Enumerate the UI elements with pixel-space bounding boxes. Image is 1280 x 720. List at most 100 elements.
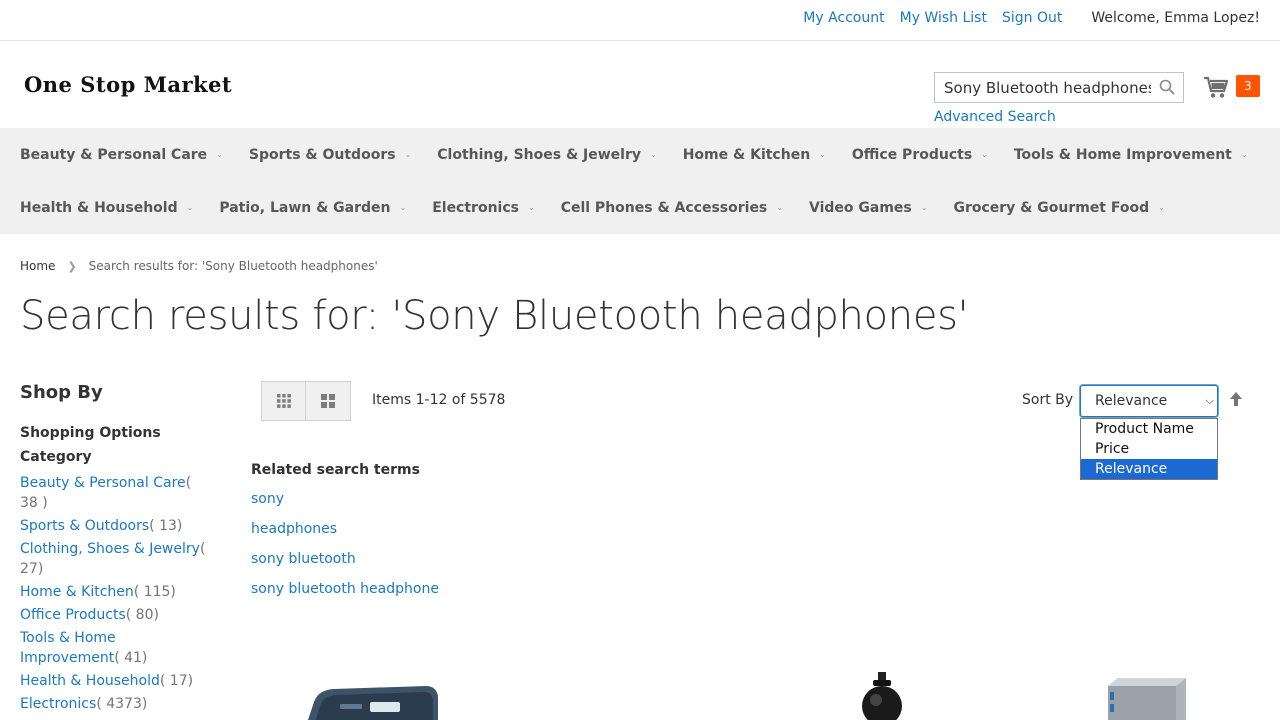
list-item: sony: [251, 489, 439, 509]
breadcrumb-home[interactable]: Home: [20, 259, 55, 273]
nav-item-home-kitchen[interactable]: Home & Kitchen ⌄: [683, 147, 826, 163]
view-mode-switcher: [261, 381, 351, 421]
wish-list-link[interactable]: My Wish List: [900, 10, 987, 26]
chevron-right-icon: ❯: [67, 259, 77, 273]
nav-item-cell-phones[interactable]: Cell Phones & Accessories ⌄: [561, 200, 783, 216]
category-link[interactable]: Beauty & Personal Care: [20, 475, 186, 491]
sort-option-price[interactable]: Price: [1081, 439, 1217, 459]
nav-item-grocery[interactable]: Grocery & Gourmet Food ⌄: [953, 200, 1164, 216]
category-link[interactable]: Clothing, Shoes & Jewelry: [20, 541, 200, 557]
related-term-link[interactable]: sony bluetooth headphone: [251, 581, 439, 597]
breadcrumb-current: Search results for: 'Sony Bluetooth head…: [88, 259, 378, 273]
nav-label: Health & Household: [20, 199, 178, 216]
chevron-down-icon: ⌄: [776, 203, 783, 212]
category-link[interactable]: Electronics: [20, 696, 96, 712]
category-list: Beauty & Personal Care( 38 ) Sports & Ou…: [20, 473, 220, 714]
breadcrumb: Home ❯ Search results for: 'Sony Bluetoo…: [20, 259, 378, 273]
product-image-device[interactable]: [1104, 678, 1188, 720]
nav-label: Grocery & Gourmet Food: [953, 199, 1150, 216]
items-count: Items 1-12 of 5578: [372, 392, 506, 408]
welcome-message: Welcome, Emma Lopez!: [1091, 10, 1260, 26]
related-term-link[interactable]: sony: [251, 491, 284, 507]
category-count: ( 80): [125, 607, 159, 623]
list-item: Office Products( 80): [20, 605, 206, 625]
category-link[interactable]: Health & Household: [20, 673, 160, 689]
category-link[interactable]: Sports & Outdoors: [20, 518, 149, 534]
list-item: sony bluetooth: [251, 549, 439, 569]
nav-row-1: Beauty & Personal Care ⌄ Sports & Outdoor…: [20, 128, 1274, 181]
nav-label: Patio, Lawn & Garden: [219, 199, 391, 216]
category-link[interactable]: Tools & Home Improvement: [20, 630, 116, 666]
category-count: ( 17): [159, 673, 194, 689]
chevron-down-icon: ⌄: [981, 150, 988, 159]
nav-item-patio[interactable]: Patio, Lawn & Garden ⌄: [219, 200, 406, 216]
chevron-down-icon: ⌄: [399, 203, 407, 212]
product-image-mount[interactable]: [858, 672, 906, 720]
list-item: Clothing, Shoes & Jewelry( 27): [20, 539, 206, 579]
category-filter-title[interactable]: Category: [20, 449, 220, 465]
nav-label: Cell Phones & Accessories: [560, 199, 768, 216]
nav-label: Video Games: [808, 199, 912, 216]
chevron-down-icon: ⌄: [650, 150, 657, 159]
nav-label: Beauty & Personal Care: [20, 146, 208, 163]
chevron-down-icon: ⌄: [819, 150, 826, 159]
product-image-speaker[interactable]: [300, 684, 440, 720]
related-search-terms: Related search terms sony headphones son…: [251, 462, 439, 609]
nav-row-2: Health & Household ⌄ Patio, Lawn & Garden…: [20, 181, 1191, 234]
chevron-down-icon: ⌄: [1158, 203, 1165, 212]
shopping-options-heading: Shopping Options: [20, 425, 161, 441]
related-term-link[interactable]: sony bluetooth: [251, 551, 356, 567]
sort-selected-value: Relevance: [1095, 393, 1168, 409]
category-count: ( 115): [133, 584, 176, 600]
my-account-link[interactable]: My Account: [803, 10, 884, 26]
sidebar-filters: Shop By Shopping Options Category Beauty…: [20, 382, 220, 717]
nav-label: Home & Kitchen: [682, 146, 811, 163]
nav-label: Electronics: [432, 199, 519, 216]
list-item: headphones: [251, 519, 439, 539]
sort-by-label: Sort By: [1022, 392, 1074, 408]
cart-count-badge[interactable]: 3: [1236, 75, 1260, 97]
related-term-link[interactable]: headphones: [251, 521, 337, 537]
category-count: ( 13): [149, 518, 183, 534]
sort-by-select[interactable]: Relevance ⌵: [1080, 385, 1218, 417]
nav-item-electronics[interactable]: Electronics ⌄: [432, 200, 534, 216]
category-link[interactable]: Home & Kitchen: [20, 584, 134, 600]
nav-label: Clothing, Shoes & Jewelry: [437, 146, 642, 163]
nav-item-clothing[interactable]: Clothing, Shoes & Jewelry ⌄: [437, 147, 656, 163]
list-item: Tools & Home Improvement( 41): [20, 628, 206, 668]
sort-arrow-up-icon[interactable]: [1229, 391, 1243, 407]
chevron-down-icon: ⌄: [920, 203, 928, 212]
chevron-down-icon: ⌄: [527, 203, 535, 212]
chevron-down-icon: ⌵: [1205, 394, 1214, 407]
nav-label: Sports & Outdoors: [248, 146, 396, 163]
list-view-icon: [321, 394, 335, 408]
nav-item-tools[interactable]: Tools & Home Improvement ⌄: [1014, 147, 1248, 163]
shopping-cart-icon[interactable]: [1203, 75, 1229, 99]
search-icon[interactable]: [1159, 79, 1175, 95]
list-item: sony bluetooth headphone: [251, 579, 439, 599]
nav-item-beauty[interactable]: Beauty & Personal Care ⌄: [20, 147, 223, 163]
category-link[interactable]: Office Products: [20, 607, 126, 623]
grid-view-button[interactable]: [261, 381, 306, 421]
advanced-search-link[interactable]: Advanced Search: [934, 109, 1056, 125]
sort-option-relevance[interactable]: Relevance: [1081, 459, 1217, 479]
search-input[interactable]: [935, 73, 1151, 102]
list-item: Sports & Outdoors( 13): [20, 516, 206, 536]
store-logo[interactable]: One Stop Market: [24, 72, 232, 97]
related-terms-heading: Related search terms: [251, 462, 420, 478]
list-item: Home & Kitchen( 115): [20, 582, 206, 602]
list-item: Electronics( 4373): [20, 694, 206, 714]
category-count: ( 41): [114, 650, 148, 666]
page-title: Search results for: 'Sony Bluetooth head…: [20, 293, 969, 339]
chevron-down-icon: ⌄: [186, 203, 194, 212]
nav-label: Office Products: [851, 146, 973, 163]
nav-item-office[interactable]: Office Products ⌄: [852, 147, 988, 163]
list-view-button[interactable]: [306, 381, 351, 421]
list-item: Health & Household( 17): [20, 671, 206, 691]
nav-item-health[interactable]: Health & Household ⌄: [20, 200, 193, 216]
chevron-down-icon: ⌄: [1240, 150, 1248, 159]
nav-item-sports[interactable]: Sports & Outdoors ⌄: [249, 147, 411, 163]
sign-out-link[interactable]: Sign Out: [1002, 10, 1062, 26]
nav-item-video-games[interactable]: Video Games ⌄: [809, 200, 927, 216]
sort-option-product-name[interactable]: Product Name: [1081, 419, 1217, 439]
